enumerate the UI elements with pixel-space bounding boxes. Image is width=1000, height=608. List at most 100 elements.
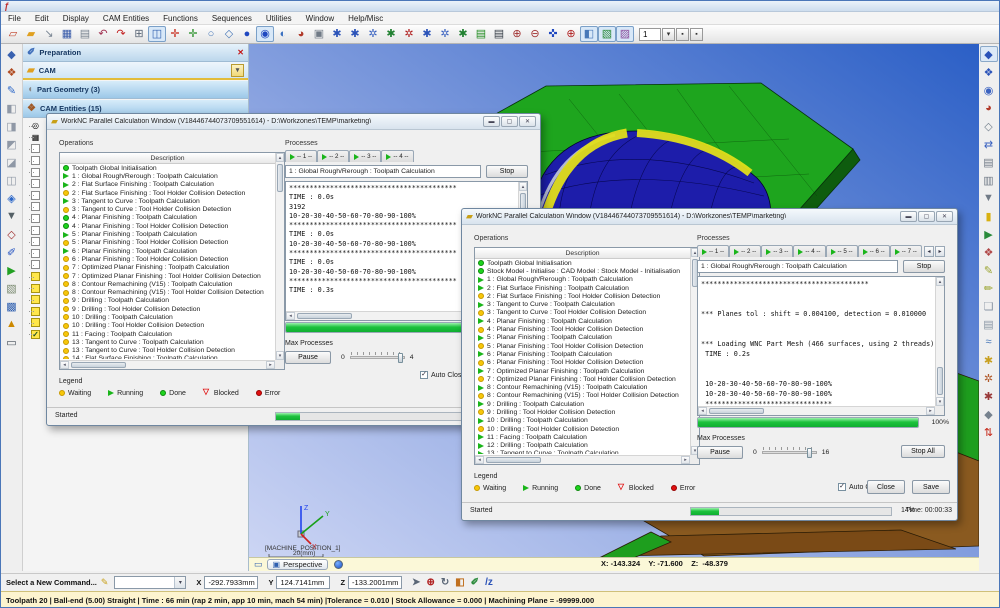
mill-5axis-icon[interactable]: ▥ bbox=[980, 172, 998, 188]
surface-icon[interactable]: ❖ bbox=[3, 64, 21, 80]
console-hscrollbar[interactable]: ◂▸ bbox=[698, 406, 935, 415]
tree-checkbox[interactable] bbox=[31, 226, 40, 235]
tree-checkbox[interactable] bbox=[31, 156, 40, 165]
operation-row[interactable]: 7 : Optimized Planar Finishing : Tool Ho… bbox=[61, 272, 274, 280]
operation-row[interactable]: 8 : Contour Remachining (V15) : Tool Hol… bbox=[476, 392, 689, 400]
operation-row[interactable]: 8 : Contour Remachining (V15) : Toolpath… bbox=[61, 280, 274, 288]
operation-row[interactable]: 13 : Tangent to Curve : Toolpath Calcula… bbox=[476, 450, 689, 454]
layer-plus-button[interactable]: ▪ bbox=[690, 28, 703, 41]
undo-icon[interactable]: ↶ bbox=[94, 26, 112, 42]
grid-icon[interactable]: ⊞ bbox=[130, 26, 148, 42]
compass-icon[interactable]: ✜ bbox=[544, 26, 562, 42]
scroll-left-icon[interactable]: ◂ bbox=[60, 361, 69, 369]
collision-icon[interactable]: ▲ bbox=[3, 316, 21, 332]
menu-item[interactable]: Help/Misc bbox=[341, 12, 390, 24]
process-tab[interactable]: -- 2 -- bbox=[729, 245, 761, 257]
sidebar-section-cam[interactable]: ▰ CAM ▾ bbox=[23, 62, 248, 80]
operation-row[interactable]: 5 : Planar Finishing : Toolpath Calculat… bbox=[61, 230, 274, 238]
scroll-up-icon[interactable]: ▴ bbox=[276, 153, 284, 162]
command-combo[interactable]: ▾ bbox=[114, 576, 186, 589]
operation-row[interactable]: 11 : Facing : Toolpath Calculation bbox=[476, 433, 689, 441]
tree-checkbox[interactable] bbox=[31, 249, 40, 258]
operation-row[interactable]: 6 : Planar Finishing : Toolpath Calculat… bbox=[476, 350, 689, 358]
print-icon[interactable]: ▤ bbox=[76, 26, 94, 42]
view-capture-icon[interactable]: ▧ bbox=[598, 26, 616, 42]
viewport-layout-icon[interactable]: ◫ bbox=[148, 26, 166, 42]
measure-icon[interactable]: ✐ bbox=[471, 577, 479, 588]
stop-button[interactable]: Stop bbox=[903, 260, 945, 273]
operation-row[interactable]: 4 : Planar Finishing : Tool Holder Colli… bbox=[476, 325, 689, 333]
zoom-target-icon[interactable]: ⊕ bbox=[426, 577, 434, 588]
tp-colored-2-icon[interactable]: ✲ bbox=[980, 370, 998, 386]
operation-row[interactable]: 9 : Drilling : Tool Holder Collision Det… bbox=[476, 408, 689, 416]
z-coord-field[interactable]: -133.2001mm bbox=[348, 576, 402, 589]
auto-close-checkbox[interactable]: ✓ bbox=[838, 483, 846, 491]
minimize-button[interactable]: ▬ bbox=[900, 211, 917, 222]
worklist-dark-icon[interactable]: ▤ bbox=[490, 26, 508, 42]
h-tool-icon[interactable]: ▼ bbox=[3, 208, 21, 224]
render-globe-icon[interactable]: ◉ bbox=[980, 82, 998, 98]
auto-close-option[interactable]: ✓ Auto Close bbox=[420, 371, 465, 379]
wave-icon[interactable]: ≈ bbox=[980, 334, 998, 350]
axis-updown-icon[interactable]: ⇅ bbox=[980, 424, 998, 440]
auto-close-checkbox[interactable]: ✓ bbox=[420, 371, 428, 379]
tree-checkbox[interactable] bbox=[31, 179, 40, 188]
tree-checkbox[interactable] bbox=[31, 191, 40, 200]
render-pie-icon[interactable]: ◕ bbox=[980, 100, 998, 116]
operation-row[interactable]: 7 : Optimized Planar Finishing : Toolpat… bbox=[476, 367, 689, 375]
stock-view-icon[interactable]: ◆ bbox=[980, 406, 998, 422]
a-annotate-icon[interactable]: ✐ bbox=[3, 244, 21, 260]
operation-row[interactable]: Toolpath Global Initialisation bbox=[61, 164, 274, 172]
tree-checkbox[interactable] bbox=[31, 202, 40, 211]
operation-row[interactable]: 5 : Planar Finishing : Toolpath Calculat… bbox=[476, 334, 689, 342]
toolpath-draw-icon[interactable]: ✏ bbox=[980, 280, 998, 296]
calc-window-2-titlebar[interactable]: ▰ WorkNC Parallel Calculation Window (V1… bbox=[462, 209, 957, 225]
rotate-view-icon[interactable]: ↻ bbox=[441, 577, 449, 588]
slider-thumb[interactable] bbox=[398, 353, 403, 363]
probe-icon[interactable]: ⊕ bbox=[562, 26, 580, 42]
calc-window-1-titlebar[interactable]: ▰ WorkNC Parallel Calculation Window (V1… bbox=[47, 114, 540, 130]
stock-box-5-icon[interactable]: ◫ bbox=[3, 172, 21, 188]
cam-op-6-icon[interactable]: ✱ bbox=[418, 26, 436, 42]
process-tab[interactable]: -- 3 -- bbox=[761, 245, 793, 257]
operation-row[interactable]: 2 : Flat Surface Finishing : Tool Holder… bbox=[61, 189, 274, 197]
render-shaded-icon[interactable]: ◆ bbox=[980, 46, 998, 62]
tree-checkbox[interactable] bbox=[31, 144, 40, 153]
operation-row[interactable]: 6 : Planar Finishing : Tool Holder Colli… bbox=[61, 255, 274, 263]
tp-colored-1-icon[interactable]: ✱ bbox=[980, 352, 998, 368]
perspective-button[interactable]: ▣ Perspective bbox=[267, 559, 329, 570]
shaded-sphere-icon[interactable]: ◉ bbox=[256, 26, 274, 42]
worklist-green-icon[interactable]: ▤ bbox=[472, 26, 490, 42]
x-coord-field[interactable]: -292.7933mm bbox=[204, 576, 258, 589]
console-vscrollbar[interactable]: ▴▾ bbox=[935, 277, 944, 406]
current-process-field[interactable]: 1 : Global Rough/Rerough : Toolpath Calc… bbox=[285, 165, 481, 178]
cad-model-icon[interactable]: ◆ bbox=[3, 46, 21, 62]
page-icon[interactable]: ❏ bbox=[980, 298, 998, 314]
zoom-in-icon[interactable]: ⊕ bbox=[508, 26, 526, 42]
menu-item[interactable]: Functions bbox=[156, 12, 205, 24]
operation-row[interactable]: 4 : Planar Finishing : Toolpath Calculat… bbox=[476, 317, 689, 325]
operation-row[interactable]: Toolpath Global Initialisation bbox=[476, 259, 689, 267]
operation-row[interactable]: 4 : Planar Finishing : Tool Holder Colli… bbox=[61, 222, 274, 230]
tabs-scroll-left-button[interactable]: ◂ bbox=[924, 246, 934, 257]
operation-row[interactable]: Stock Model - Initialise : CAD Model : S… bbox=[476, 267, 689, 275]
stock-box-4-icon[interactable]: ◪ bbox=[3, 154, 21, 170]
open-folder-icon[interactable]: ▰ bbox=[22, 26, 40, 42]
r-probe-icon[interactable]: ◇ bbox=[3, 226, 21, 242]
mask-icon[interactable]: ◇ bbox=[980, 118, 998, 134]
tabs-scroll-right-button[interactable]: ▸ bbox=[935, 246, 945, 257]
process-tab[interactable]: -- 6 -- bbox=[858, 245, 890, 257]
close-dialog-button[interactable]: Close bbox=[867, 480, 905, 494]
maximize-button[interactable]: ▢ bbox=[918, 211, 935, 222]
shading-sphere-icon[interactable] bbox=[334, 560, 343, 569]
zoom-out-icon[interactable]: ⊖ bbox=[526, 26, 544, 42]
s-view-icon[interactable]: ◈ bbox=[3, 190, 21, 206]
process-tab[interactable]: -- 5 -- bbox=[826, 245, 858, 257]
process-tab[interactable]: -- 1 -- bbox=[285, 150, 317, 162]
layers-icon[interactable]: ▤ bbox=[980, 316, 998, 332]
y-coord-field[interactable]: 124.7141mm bbox=[276, 576, 330, 589]
wire-cube-icon[interactable]: ◇ bbox=[220, 26, 238, 42]
sidebar-section-preparation[interactable]: ✐ Preparation ✕ bbox=[23, 44, 248, 62]
operation-row[interactable]: 5 : Planar Finishing : Tool Holder Colli… bbox=[61, 239, 274, 247]
tree-checkbox[interactable]: ▦ bbox=[31, 133, 40, 142]
